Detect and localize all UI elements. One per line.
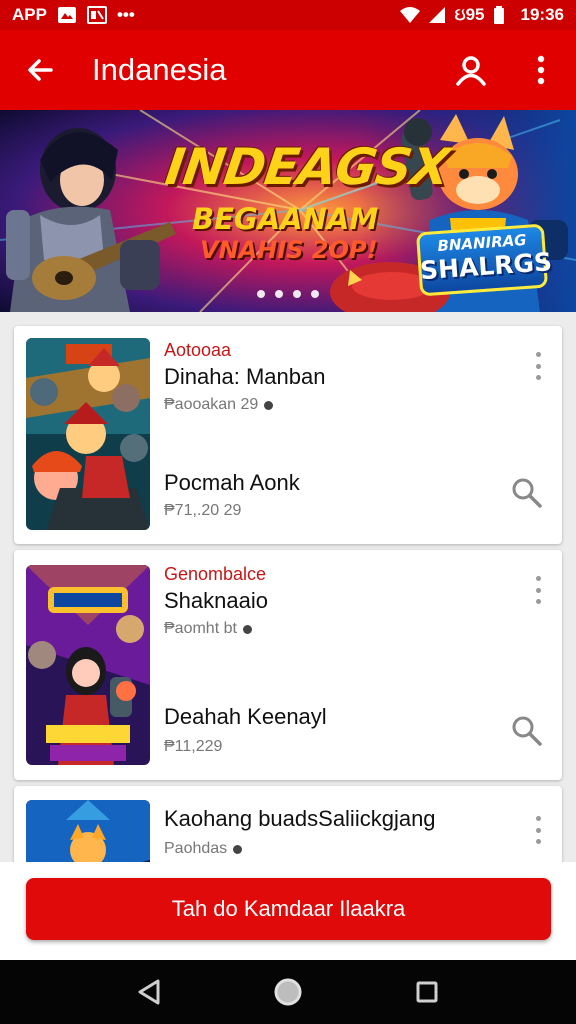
app-bar: Indanesia — [0, 30, 576, 110]
item-subtitle: Pocmah Aonk — [164, 470, 300, 495]
signal-icon — [427, 6, 447, 24]
content-list[interactable]: Aotooaa Dinaha: Manban ₱aooakan 29 Pocma… — [0, 312, 576, 862]
nav-back-button[interactable] — [119, 962, 179, 1022]
item-meta: Paohdas — [164, 840, 243, 858]
system-navigation-bar — [0, 960, 576, 1024]
more-vert-icon — [537, 55, 545, 85]
banner-title: INDEAGSX — [161, 138, 453, 196]
item-title[interactable]: Dinaha: Manban — [164, 364, 325, 390]
app-screen: APP ••• ઇ95 19:36 Indanesia INDEAGSX BEG… — [0, 0, 576, 1024]
thumbnail-artwork — [26, 565, 150, 765]
item-search-button[interactable] — [510, 476, 544, 510]
primary-action-button[interactable]: Tah do Kamdaar Ilaakra — [26, 878, 551, 940]
carousel-dot[interactable] — [257, 290, 265, 298]
item-subtitle: Deahah Keenayl — [164, 704, 327, 729]
app-bar-actions — [436, 30, 576, 110]
arrow-back-icon — [28, 59, 53, 81]
carousel-indicator — [0, 290, 576, 298]
circle-home-icon — [274, 978, 302, 1006]
item-price: ₱11,229 — [164, 738, 223, 755]
banner-subtitle-2: VNAHIS 2OP! — [200, 236, 378, 264]
nav-home-button[interactable] — [258, 962, 318, 1022]
bottom-action-bar: Tah do Kamdaar Ilaakra — [0, 862, 576, 960]
status-dot-icon — [264, 400, 274, 410]
more-vert-icon — [535, 827, 541, 833]
item-meta-text: Paohdas — [164, 840, 228, 857]
notification-icon — [57, 6, 77, 24]
item-title[interactable]: Shaknaaio — [164, 588, 268, 614]
triangle-back-icon — [138, 979, 160, 1005]
status-dot-icon — [242, 624, 252, 634]
carousel-dot[interactable] — [275, 290, 283, 298]
status-time: 19:36 — [520, 5, 564, 24]
item-meta: ₱aomht bt — [164, 620, 252, 638]
thumbnail-artwork — [26, 800, 150, 862]
list-item[interactable]: Genombalce Shaknaaio ₱aomht bt Deahah Ke… — [14, 550, 562, 780]
wifi-icon — [399, 6, 420, 24]
search-icon — [512, 478, 542, 508]
carousel-dot[interactable] — [311, 290, 319, 298]
item-more-button[interactable] — [526, 810, 550, 850]
banner-badge: BNANIRAG SHALRGS — [415, 223, 553, 298]
status-carrier: APP — [12, 5, 47, 24]
nav-recents-button[interactable] — [397, 962, 457, 1022]
item-thumbnail[interactable] — [26, 565, 150, 765]
carousel-dot[interactable] — [293, 290, 301, 298]
item-price: ₱71,.20 29 — [164, 502, 242, 519]
more-vert-icon — [535, 587, 541, 593]
status-overflow: ••• — [116, 5, 135, 24]
account-button[interactable] — [436, 30, 506, 110]
item-meta-text: ₱aooakan 29 — [164, 396, 259, 413]
search-icon — [512, 716, 542, 746]
battery-icon — [493, 6, 513, 24]
square-recents-icon — [416, 981, 438, 1003]
more-vert-icon — [535, 839, 541, 844]
item-more-button[interactable] — [526, 346, 550, 386]
item-thumbnail[interactable] — [26, 800, 150, 862]
item-thumbnail[interactable] — [26, 338, 150, 530]
more-vert-icon — [535, 816, 541, 821]
promo-banner[interactable]: INDEAGSX BEGAANAM VNAHIS 2OP! BNANIRAG S… — [0, 110, 576, 312]
back-button[interactable] — [0, 30, 80, 110]
status-signal-text: ઇ95 — [454, 5, 485, 24]
item-category: Genombalce — [164, 564, 267, 584]
status-bar-right: ઇ95 19:36 — [399, 5, 564, 25]
more-vert-icon — [535, 352, 541, 357]
status-dot-icon — [233, 844, 243, 854]
status-bar: APP ••• ઇ95 19:36 — [0, 0, 576, 30]
list-item[interactable]: Aotooaa Dinaha: Manban ₱aooakan 29 Pocma… — [14, 326, 562, 544]
thumbnail-artwork — [26, 338, 150, 530]
banner-subtitle-1: BEGAANAM — [192, 202, 379, 236]
person-icon — [456, 56, 486, 86]
item-meta: ₱aooakan 29 — [164, 396, 274, 414]
more-options-button[interactable] — [506, 30, 576, 110]
item-category: Aotooaa — [164, 340, 232, 360]
item-title[interactable]: Kaohang buadsSaliickgjang — [164, 806, 436, 832]
more-vert-icon — [535, 599, 541, 604]
list-item[interactable]: Kaohang buadsSaliickgjang Paohdas — [14, 786, 562, 862]
more-vert-icon — [535, 375, 541, 380]
image-icon — [86, 6, 107, 24]
item-meta-text: ₱aomht bt — [164, 620, 237, 637]
more-vert-icon — [535, 576, 541, 581]
page-title: Indanesia — [92, 52, 227, 87]
status-bar-left: APP ••• — [12, 5, 135, 25]
more-vert-icon — [535, 363, 541, 369]
item-more-button[interactable] — [526, 570, 550, 610]
item-search-button[interactable] — [510, 714, 544, 748]
